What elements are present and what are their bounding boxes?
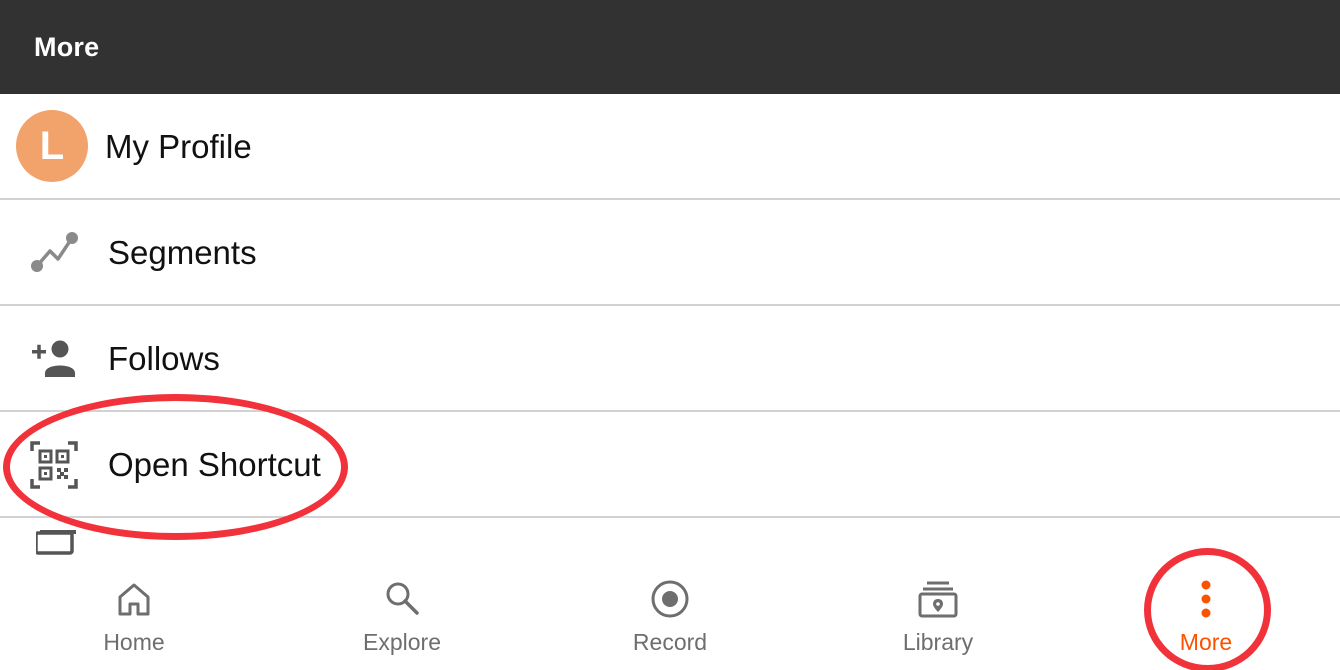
record-icon [651, 580, 689, 618]
app-screen: More L My Profile Segments Follows Open … [0, 0, 1340, 670]
menu-item-label: My Profile [105, 128, 252, 165]
nav-more[interactable]: More [1072, 559, 1340, 670]
avatar: L [16, 110, 88, 182]
nav-record-label: Record [632, 629, 708, 655]
home-icon [118, 583, 150, 616]
more-vertical-icon [1201, 580, 1211, 618]
segments-icon [31, 232, 78, 272]
menu-item-follows[interactable]: Follows [0, 306, 1340, 412]
nav-library[interactable]: Library [804, 559, 1072, 670]
qr-code-icon [30, 441, 78, 489]
menu-item-my-profile[interactable]: L My Profile [0, 94, 1340, 200]
bottom-navigation: Home Explore Record Library More [0, 559, 1340, 670]
more-menu-list: L My Profile Segments Follows Open Short… [0, 94, 1340, 559]
nav-record[interactable]: Record [536, 559, 804, 670]
page-title: More [34, 32, 100, 62]
nav-explore-label: Explore [363, 629, 441, 655]
nav-home-label: Home [103, 629, 165, 655]
menu-item-label: Open Shortcut [108, 446, 321, 483]
app-bar: More [0, 0, 1340, 94]
partial-menu-icon [36, 530, 76, 555]
nav-home[interactable]: Home [0, 559, 268, 670]
nav-explore[interactable]: Explore [268, 559, 536, 670]
library-icon [918, 581, 958, 618]
nav-more-label: More [1179, 629, 1233, 655]
menu-item-open-shortcut[interactable]: Open Shortcut [0, 412, 1340, 518]
menu-item-segments[interactable]: Segments [0, 200, 1340, 306]
menu-item-label: Follows [108, 340, 220, 377]
add-person-icon [32, 340, 75, 377]
menu-item-label: Segments [108, 234, 257, 271]
nav-library-label: Library [902, 629, 974, 655]
search-icon [386, 582, 419, 615]
